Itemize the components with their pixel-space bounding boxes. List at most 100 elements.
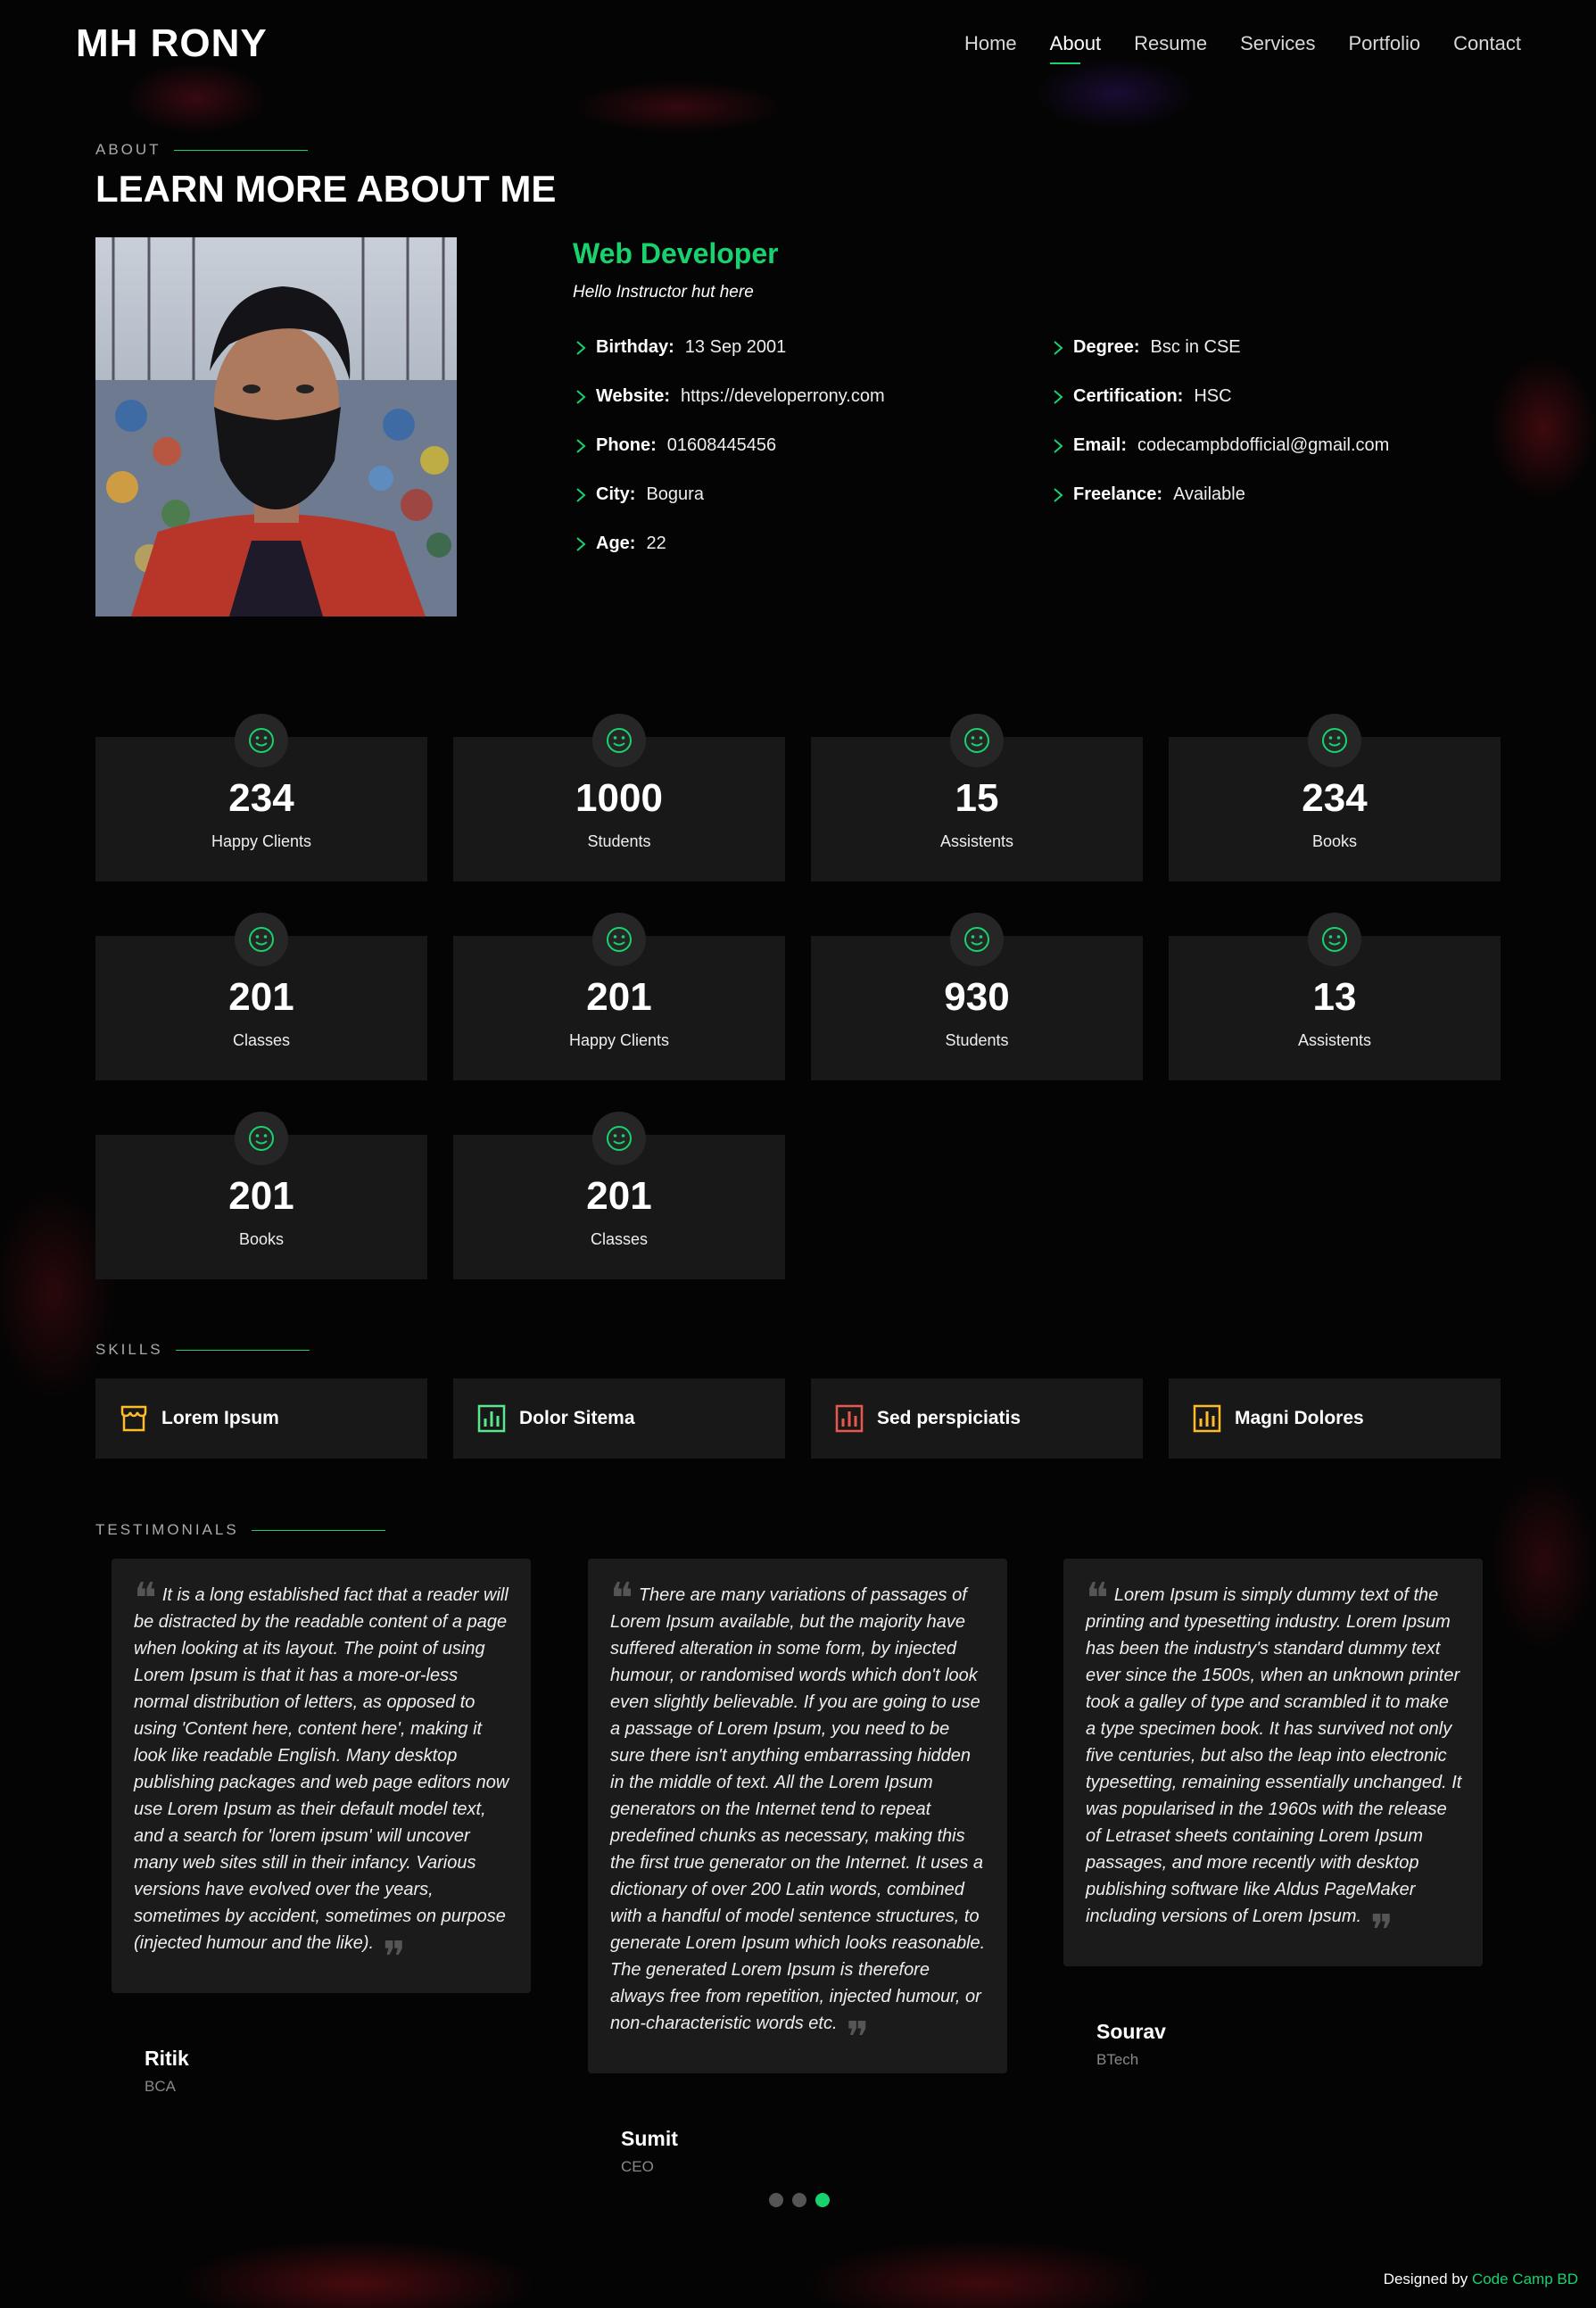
count-box: 1000 Students	[453, 714, 785, 881]
skill-item[interactable]: Dolor Sitema	[453, 1378, 785, 1459]
count-box: 201 Happy Clients	[453, 913, 785, 1080]
count-number: 930	[944, 975, 1010, 1019]
smile-icon	[592, 714, 646, 767]
chevron-right-icon	[1054, 438, 1063, 453]
chevron-right-icon	[1054, 487, 1063, 502]
info-value: 13 Sep 2001	[684, 337, 787, 357]
count-label: Books	[1311, 832, 1358, 850]
nav-resume[interactable]: Resume	[1134, 32, 1207, 64]
info-key: Certification:	[1073, 386, 1184, 406]
count-label: Classes	[232, 1031, 291, 1049]
count-number: 201	[228, 1174, 294, 1218]
chevron-right-icon	[1054, 389, 1063, 404]
count-label: Assistents	[1297, 1031, 1372, 1049]
skill-item[interactable]: Magni Dolores	[1169, 1378, 1501, 1459]
skills-section-label: SKILLS	[95, 1341, 310, 1359]
carousel-dot[interactable]	[792, 2193, 806, 2207]
info-website: Website: https://developerrony.com	[573, 372, 885, 421]
nav-services[interactable]: Services	[1240, 32, 1315, 64]
footer-credits: Designed by Code Camp BD	[1384, 2271, 1578, 2288]
count-label: Books	[238, 1230, 285, 1248]
skill-item[interactable]: Sed perspiciatis	[811, 1378, 1143, 1459]
info-age: Age: 22	[573, 519, 885, 568]
count-number: 234	[1302, 776, 1368, 820]
header: MH RONY Home About Resume Services Portf…	[0, 0, 1596, 89]
smile-icon	[950, 913, 1004, 966]
count-label: Classes	[590, 1230, 649, 1248]
carousel-pagination	[769, 2193, 830, 2207]
count-box: 234 Books	[1169, 714, 1501, 881]
testimonial-role: BCA	[145, 2078, 176, 2095]
smile-icon	[235, 1112, 288, 1165]
count-label: Students	[587, 832, 651, 850]
skill-name: Magni Dolores	[1235, 1408, 1364, 1428]
testimonial-quote: ❝ There are many variations of passages o…	[610, 1574, 988, 2059]
info-value: Bogura	[646, 484, 704, 504]
quote-open-icon: ❝	[610, 1574, 633, 1624]
info-birthday: Birthday: 13 Sep 2001	[573, 323, 885, 372]
count-label: Students	[945, 1031, 1009, 1049]
info-phone: Phone: 01608445456	[573, 421, 885, 470]
info-value: Bsc in CSE	[1150, 337, 1241, 357]
testimonial-role: BTech	[1096, 2051, 1139, 2068]
testimonial-role: CEO	[621, 2158, 654, 2175]
count-box: 201 Books	[95, 1112, 427, 1279]
info-certification: Certification: HSC	[1050, 372, 1389, 421]
smile-icon	[592, 913, 646, 966]
info-freelance: Freelance: Available	[1050, 470, 1389, 519]
testimonial-quote: ❝ It is a long established fact that a re…	[134, 1574, 511, 1979]
count-number: 1000	[575, 776, 663, 820]
bar-chart-icon	[1193, 1404, 1221, 1433]
carousel-dot-active[interactable]	[815, 2193, 830, 2207]
page: MH RONY Home About Resume Services Portf…	[0, 0, 1596, 2308]
skill-item[interactable]: Lorem Ipsum	[95, 1378, 427, 1459]
testimonial-name: Ritik	[145, 2047, 189, 2070]
count-label: Happy Clients	[211, 832, 312, 850]
info-email: Email: codecampbdofficial@gmail.com	[1050, 421, 1389, 470]
chevron-right-icon	[576, 536, 586, 551]
quote-open-icon: ❝	[134, 1574, 157, 1624]
info-value: https://developerrony.com	[680, 386, 885, 406]
testimonial-name: Sumit	[621, 2127, 678, 2150]
chevron-right-icon	[576, 438, 586, 453]
testimonial-name: Sourav	[1096, 2020, 1166, 2043]
carousel-dot[interactable]	[769, 2193, 783, 2207]
chevron-right-icon	[576, 487, 586, 502]
info-key: Email:	[1073, 435, 1128, 455]
chevron-right-icon	[1054, 340, 1063, 355]
smile-icon	[592, 1112, 646, 1165]
nav-portfolio[interactable]: Portfolio	[1348, 32, 1420, 64]
info-value: Available	[1173, 484, 1245, 504]
skill-name: Sed perspiciatis	[877, 1408, 1021, 1428]
skill-name: Lorem Ipsum	[161, 1408, 279, 1428]
count-box: 13 Assistents	[1169, 913, 1501, 1080]
chevron-right-icon	[576, 340, 586, 355]
footer-brand-link[interactable]: Code Camp BD	[1472, 2271, 1578, 2287]
role-title: Web Developer	[573, 237, 779, 269]
nav-home[interactable]: Home	[964, 32, 1017, 64]
info-key: Age:	[596, 534, 636, 553]
testimonials-label-line	[251, 1529, 385, 1531]
quote-close-icon: ❞	[1370, 1906, 1393, 1956]
info-key: Degree:	[1073, 337, 1140, 357]
skill-name: Dolor Sitema	[519, 1408, 635, 1428]
info-key: City:	[596, 484, 636, 504]
info-key: Freelance:	[1073, 484, 1163, 504]
site-logo[interactable]: MH RONY	[76, 21, 268, 66]
smile-icon	[1308, 714, 1361, 767]
testimonials-section-label: TESTIMONIALS	[95, 1521, 385, 1539]
store-icon	[120, 1405, 147, 1432]
quote-open-icon: ❝	[1086, 1574, 1109, 1624]
info-value: HSC	[1194, 386, 1232, 406]
nav-about[interactable]: About	[1049, 32, 1101, 64]
count-label: Assistents	[939, 832, 1014, 850]
nav-contact[interactable]: Contact	[1453, 32, 1521, 64]
smile-icon	[950, 714, 1004, 767]
footer-prefix: Designed by	[1383, 2271, 1472, 2287]
count-number: 201	[586, 975, 652, 1019]
smile-icon	[235, 913, 288, 966]
count-box: 234 Happy Clients	[95, 714, 427, 881]
info-city: City: Bogura	[573, 470, 885, 519]
count-box: 201 Classes	[95, 913, 427, 1080]
testimonial-text: It is a long established fact that a rea…	[134, 1585, 509, 1953]
